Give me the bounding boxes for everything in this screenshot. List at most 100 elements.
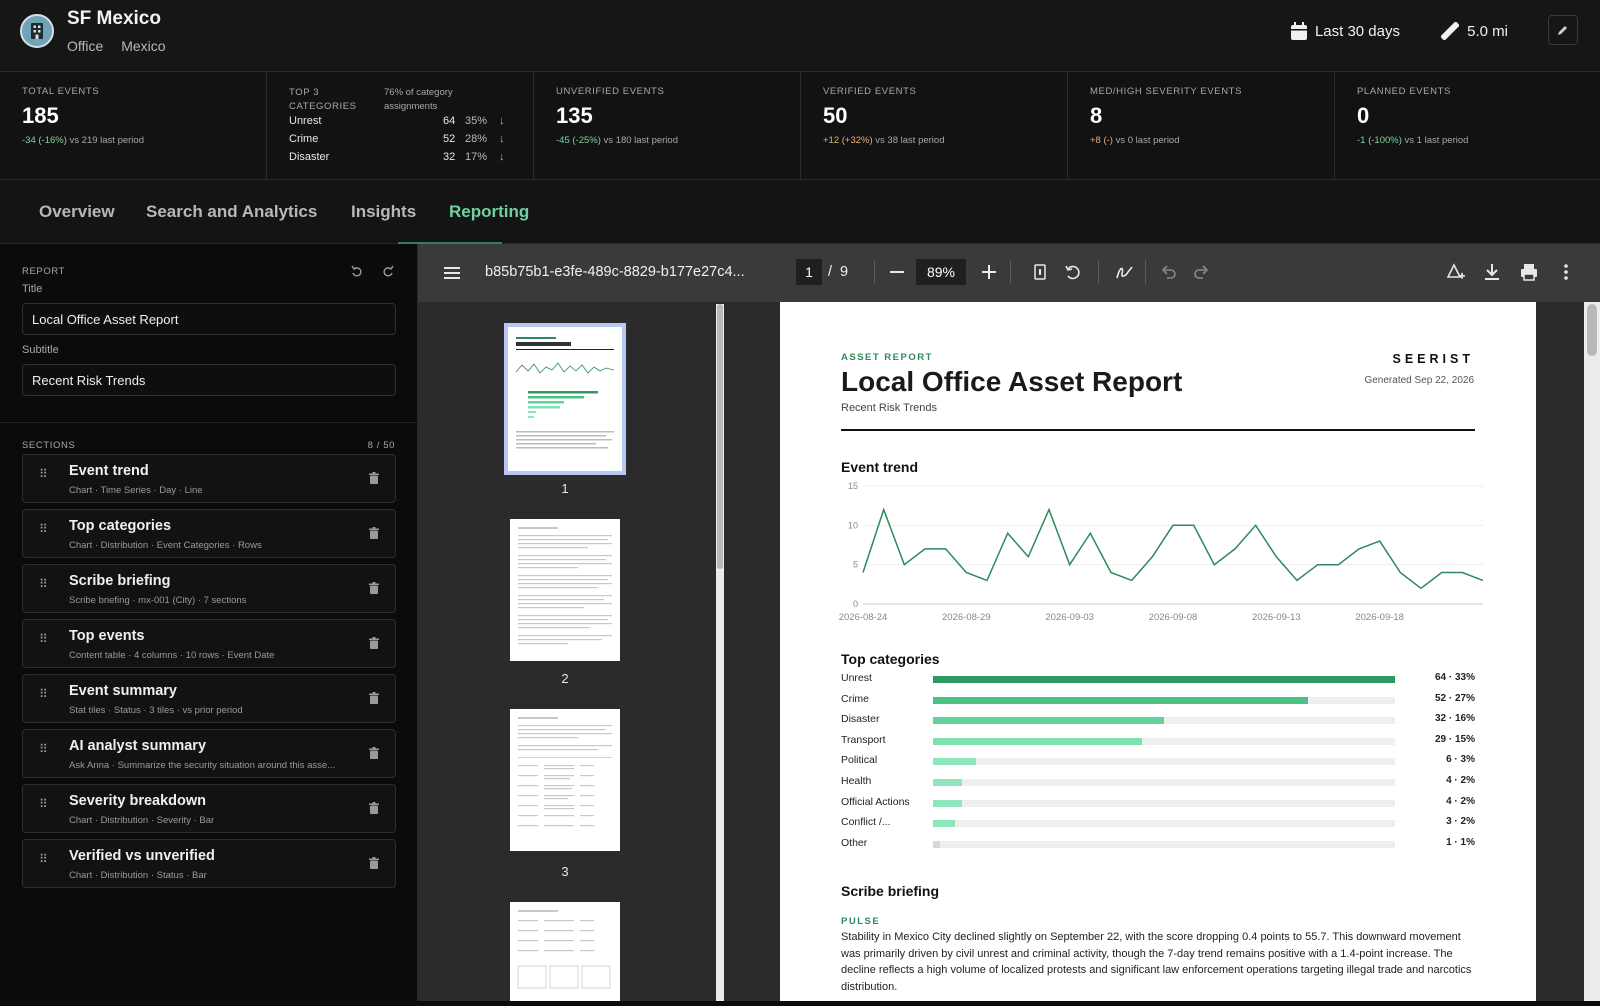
download-icon[interactable] xyxy=(1484,263,1500,281)
stat-top-categories[interactable]: TOP 3 CATEGORIES 76% of category assignm… xyxy=(267,72,534,179)
site-header: SF Mexico Office Mexico Last 30 days 5.0… xyxy=(0,0,1600,72)
subtitle-input[interactable]: Recent Risk Trends xyxy=(22,364,396,396)
drag-handle-icon[interactable]: ⠿ xyxy=(39,853,48,865)
zoom-out-icon[interactable] xyxy=(890,271,904,273)
section-card[interactable]: ⠿ Top events Content table · 4 columns · 1… xyxy=(22,619,396,668)
section-title: Verified vs unverified xyxy=(69,848,215,864)
zoom-level[interactable]: 89% xyxy=(916,259,966,285)
top3-name: Disaster xyxy=(289,151,330,163)
category-name: Transport xyxy=(841,733,886,746)
y-tick-label: 0 xyxy=(853,599,858,609)
category-value: 32 · 16% xyxy=(1434,713,1475,725)
tab-overview[interactable]: Overview xyxy=(39,202,115,222)
section-title: Event trend xyxy=(69,463,149,479)
print-icon[interactable] xyxy=(1520,263,1538,281)
page-scrollbar[interactable] xyxy=(1584,302,1600,1001)
report-title: Local Office Asset Report xyxy=(841,366,1183,397)
drag-handle-icon[interactable]: ⠿ xyxy=(39,688,48,700)
section-card[interactable]: ⠿ Scribe briefing Scribe briefing · mx-001… xyxy=(22,564,396,613)
stat-verified-events[interactable]: VERIFIED EVENTS 50 +12 (+32%) vs 38 last… xyxy=(801,72,1068,179)
page-number-input[interactable]: 1 xyxy=(796,259,822,285)
bar-track xyxy=(933,799,1395,807)
page-total: 9 xyxy=(840,264,849,280)
trash-icon[interactable] xyxy=(369,472,379,484)
stat-unverified-events[interactable]: UNVERIFIED EVENTS 135 -45 (-25%) vs 180 … xyxy=(534,72,801,179)
tab-search-analytics[interactable]: Search and Analytics xyxy=(146,202,317,222)
undo-icon[interactable] xyxy=(351,265,363,277)
category-name: Other xyxy=(841,836,868,849)
bar-fill xyxy=(933,779,962,786)
fit-page-icon[interactable] xyxy=(1034,264,1046,280)
toolbar-separator xyxy=(1010,260,1011,284)
category-name: Disaster xyxy=(841,713,880,726)
page-thumbnail[interactable] xyxy=(510,902,620,1001)
redo-icon[interactable] xyxy=(1193,264,1209,280)
pdf-viewer: b85b75b1-e3fe-489c-8829-b177e27c4... 1 /… xyxy=(418,244,1600,1001)
date-range-selector[interactable]: Last 30 days xyxy=(1290,22,1400,40)
stat-note: 76% of category assignments xyxy=(384,87,453,112)
drag-handle-icon[interactable]: ⠿ xyxy=(39,578,48,590)
stat-total-events[interactable]: TOTAL EVENTS 185 -34 (-16%) vs 219 last … xyxy=(0,72,267,179)
drag-handle-icon[interactable]: ⠿ xyxy=(39,633,48,645)
scrollbar-thumb[interactable] xyxy=(717,304,723,569)
drag-handle-icon[interactable]: ⠿ xyxy=(39,468,48,480)
draw-icon[interactable] xyxy=(1116,264,1134,280)
site-type: Office xyxy=(67,38,104,54)
section-card[interactable]: ⠿ AI analyst summary Ask Anna · Summarize … xyxy=(22,729,396,778)
drag-handle-icon[interactable]: ⠿ xyxy=(39,523,48,535)
page-thumbnail[interactable] xyxy=(510,519,620,661)
stat-label: TOTAL EVENTS xyxy=(22,86,100,97)
section-card[interactable]: ⠿ Severity breakdown Chart · Distribution … xyxy=(22,784,396,833)
drag-handle-icon[interactable]: ⠿ xyxy=(39,798,48,810)
category-name: Crime xyxy=(841,692,869,705)
stat-label: PLANNED EVENTS xyxy=(1357,86,1451,97)
title-input[interactable]: Local Office Asset Report xyxy=(22,303,396,335)
add-shape-icon[interactable] xyxy=(1446,263,1466,281)
undo-icon[interactable] xyxy=(1161,264,1177,280)
menu-icon[interactable] xyxy=(444,266,460,280)
site-meta: Office Mexico xyxy=(67,38,180,54)
tab-insights[interactable]: Insights xyxy=(351,202,416,222)
distance-selector[interactable]: 5.0 mi xyxy=(1441,22,1508,40)
stat-severity-events[interactable]: MED/HIGH SEVERITY EVENTS 8 +8 (-) vs 0 l… xyxy=(1068,72,1335,179)
trash-icon[interactable] xyxy=(369,747,379,759)
category-value: 1 · 1% xyxy=(1446,836,1475,848)
more-options-icon[interactable] xyxy=(1564,264,1568,280)
pencil-icon xyxy=(1558,26,1567,35)
section-card[interactable]: ⠿ Verified vs unverified Chart · Distribut… xyxy=(22,839,396,888)
trash-icon[interactable] xyxy=(369,637,379,649)
category-bar-row: Official Actions 4 · 2% xyxy=(841,793,1475,813)
section-card[interactable]: ⠿ Top categories Chart · Distribution · Ev… xyxy=(22,509,396,558)
scrollbar-thumb[interactable] xyxy=(1587,304,1597,356)
zoom-in-icon[interactable] xyxy=(982,265,996,279)
trash-icon[interactable] xyxy=(369,857,379,869)
stat-label: TOP 3 CATEGORIES xyxy=(289,87,357,112)
top3-count: 64 xyxy=(443,115,456,127)
generated-date: Generated Sep 22, 2026 xyxy=(1364,375,1474,386)
category-name: Official Actions xyxy=(841,795,910,808)
stat-label: MED/HIGH SEVERITY EVENTS xyxy=(1090,86,1243,97)
divider xyxy=(0,422,418,423)
edit-site-button[interactable] xyxy=(1548,15,1578,45)
trash-icon[interactable] xyxy=(369,527,379,539)
stat-delta-compare: vs 180 last period xyxy=(603,135,678,146)
trash-icon[interactable] xyxy=(369,802,379,814)
rotate-icon[interactable] xyxy=(1064,263,1082,281)
site-country: Mexico xyxy=(121,38,166,54)
thumbnail-scrollbar[interactable] xyxy=(716,304,724,1001)
trash-icon[interactable] xyxy=(369,692,379,704)
page-thumbnail[interactable] xyxy=(504,323,626,475)
page-thumbnail[interactable] xyxy=(510,709,620,851)
y-tick-label: 5 xyxy=(853,560,858,570)
redo-icon[interactable] xyxy=(382,265,394,277)
distance-label: 5.0 mi xyxy=(1467,22,1508,40)
section-card[interactable]: ⠿ Event summary Stat tiles · Status · 3 ti… xyxy=(22,674,396,723)
stat-planned-events[interactable]: PLANNED EVENTS 0 -1 (-100%) vs 1 last pe… xyxy=(1335,72,1600,179)
x-tick-label: 2026-08-24 xyxy=(839,612,888,623)
trash-icon[interactable] xyxy=(369,582,379,594)
section-card[interactable]: ⠿ Event trend Chart · Time Series · Day · … xyxy=(22,454,396,503)
tab-reporting[interactable]: Reporting xyxy=(449,202,529,222)
thumbnail-panel: 1 2 3 xyxy=(418,302,722,1001)
drag-handle-icon[interactable]: ⠿ xyxy=(39,743,48,755)
stat-delta: +8 (-) vs 0 last period xyxy=(1090,135,1312,146)
